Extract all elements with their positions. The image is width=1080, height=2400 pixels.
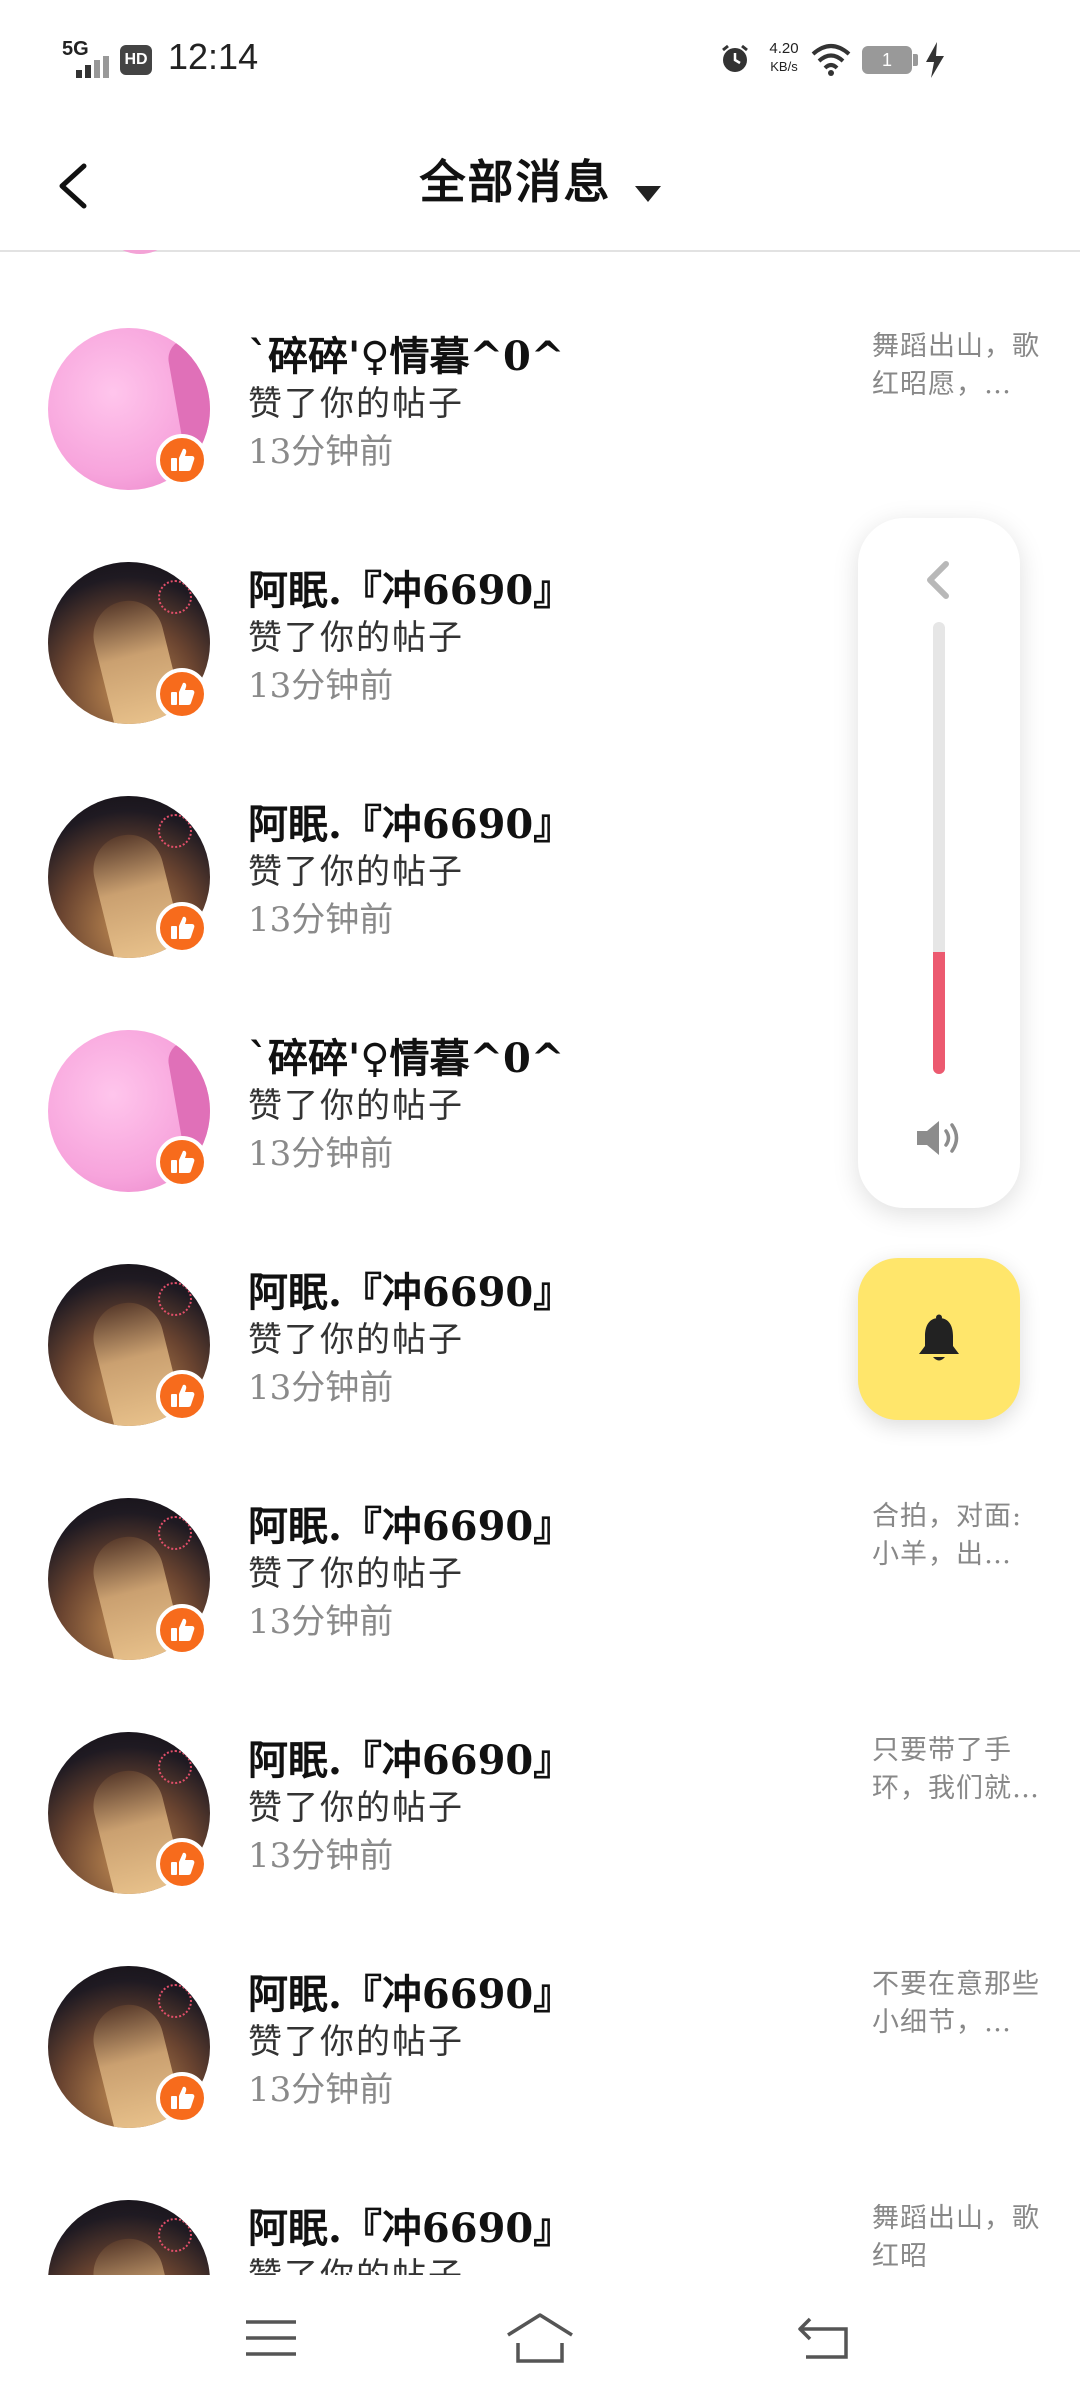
thumbs-up-icon bbox=[171, 448, 195, 471]
sender-name[interactable]: 阿眠.『冲6690』 bbox=[248, 1494, 573, 1552]
like-badge bbox=[156, 434, 208, 486]
like-badge bbox=[156, 1136, 208, 1188]
wifi-icon bbox=[811, 44, 851, 76]
list-item[interactable]: 阿眠.『冲6690』赞了你的帖子 舞蹈出山，歌红昭 bbox=[0, 2178, 1080, 2275]
sender-name[interactable]: 阿眠.『冲6690』 bbox=[248, 1962, 573, 2020]
bell-icon bbox=[919, 1314, 959, 1361]
volume-level bbox=[933, 951, 945, 1074]
menu-icon[interactable] bbox=[244, 2318, 298, 2358]
like-badge bbox=[156, 1838, 208, 1890]
thumbs-up-icon bbox=[171, 916, 195, 939]
thumbs-up-icon bbox=[171, 1852, 195, 1875]
timestamp: 13分钟前 bbox=[248, 1368, 394, 1408]
net-speed-unit: KB/s bbox=[770, 59, 798, 74]
charging-icon bbox=[926, 42, 944, 78]
chevron-left-icon[interactable] bbox=[918, 558, 958, 602]
sender-name[interactable]: 阿眠.『冲6690』 bbox=[248, 2196, 573, 2254]
post-preview[interactable]: 舞蹈出山，歌红昭 bbox=[872, 2200, 1042, 2275]
thumbs-up-icon bbox=[171, 2086, 195, 2109]
speaker-icon[interactable] bbox=[913, 1118, 965, 1158]
timestamp: 13分钟前 bbox=[248, 666, 394, 706]
action-text: 赞了你的帖子 bbox=[248, 852, 464, 892]
action-text: 赞了你的帖子 bbox=[248, 1788, 464, 1828]
action-text: 赞了你的帖子 bbox=[248, 1086, 464, 1126]
battery-icon: 1 bbox=[862, 46, 912, 74]
timestamp: 13分钟前 bbox=[248, 1602, 394, 1642]
avatar[interactable] bbox=[48, 2200, 210, 2275]
thumbs-up-icon bbox=[171, 1384, 195, 1407]
sender-name[interactable]: ˋ碎碎'♀情暮^0^ bbox=[248, 324, 564, 382]
timestamp: 13分钟前 bbox=[248, 432, 394, 472]
hd-icon: HD bbox=[120, 45, 152, 75]
alarm-icon bbox=[722, 44, 748, 72]
action-text: 赞了你的帖子 bbox=[248, 618, 464, 658]
avatar[interactable] bbox=[100, 250, 180, 254]
sender-name[interactable]: ˋ碎碎'♀情暮^0^ bbox=[248, 1026, 564, 1084]
like-badge bbox=[156, 1370, 208, 1422]
timestamp: 13分钟前 bbox=[248, 1134, 394, 1174]
status-bar: 5G HD 12:14 4.20 KB/s 1 bbox=[0, 0, 1080, 120]
thumbs-up-icon bbox=[171, 1618, 195, 1641]
thumbs-up-icon bbox=[171, 1150, 195, 1173]
timestamp: 13分钟前 bbox=[248, 2070, 394, 2110]
volume-slider[interactable] bbox=[933, 622, 945, 1074]
sender-name[interactable]: 阿眠.『冲6690』 bbox=[248, 1260, 573, 1318]
thumbs-up-icon bbox=[171, 682, 195, 705]
post-preview[interactable]: 舞蹈出山，歌红昭愿，… bbox=[872, 328, 1042, 404]
sender-name[interactable]: 阿眠.『冲6690』 bbox=[248, 792, 573, 850]
caret-down-icon bbox=[634, 185, 661, 202]
notification-bell-button[interactable] bbox=[858, 1258, 1020, 1420]
timestamp: 13分钟前 bbox=[248, 1836, 394, 1876]
action-text: 赞了你的帖子 bbox=[248, 2022, 464, 2062]
sender-name[interactable]: 阿眠.『冲6690』 bbox=[248, 558, 573, 616]
top-app-bar: 全部消息 bbox=[0, 120, 1080, 252]
list-item[interactable]: 阿眠.『冲6690』 赞了你的帖子 13分钟前 合拍，对面:小羊，出… bbox=[0, 1476, 1080, 1710]
like-badge bbox=[156, 2072, 208, 2124]
battery-tip bbox=[913, 54, 918, 66]
sender-name[interactable]: 阿眠.『冲6690』 bbox=[248, 1728, 573, 1786]
post-preview[interactable]: 只要带了手环，我们就… bbox=[872, 1732, 1042, 1808]
list-item[interactable]: ˋ碎碎'♀情暮^0^ 赞了你的帖子 13分钟前 舞蹈出山，歌红昭愿，… bbox=[0, 306, 1080, 540]
signal-icon bbox=[76, 56, 109, 78]
action-text: 赞了你的帖子 bbox=[248, 1320, 464, 1360]
like-badge bbox=[156, 668, 208, 720]
post-preview[interactable]: 不要在意那些小细节，… bbox=[872, 1966, 1042, 2042]
action-text: 赞了你的帖子 bbox=[248, 384, 464, 424]
clock: 12:14 bbox=[168, 36, 259, 77]
back-arrow-icon[interactable] bbox=[796, 2315, 852, 2361]
like-badge bbox=[156, 902, 208, 954]
title-dropdown[interactable]: 全部消息 bbox=[0, 146, 1080, 212]
net-speed-value: 4.20 bbox=[769, 40, 799, 57]
like-badge bbox=[156, 1604, 208, 1656]
timestamp: 13分钟前 bbox=[248, 900, 394, 940]
action-text: 赞了你的帖子 bbox=[248, 1554, 464, 1594]
volume-panel bbox=[858, 518, 1020, 1208]
list-item[interactable]: 阿眠.『冲6690』 赞了你的帖子 13分钟前 只要带了手环，我们就… bbox=[0, 1710, 1080, 1944]
action-text: 赞了你的帖子 bbox=[248, 2248, 464, 2275]
page-title: 全部消息 bbox=[419, 155, 612, 209]
navigation-bar bbox=[0, 2275, 1080, 2400]
post-preview[interactable]: 合拍，对面:小羊，出… bbox=[872, 1498, 1042, 1574]
home-icon[interactable] bbox=[504, 2311, 576, 2365]
list-item[interactable]: 阿眠.『冲6690』 赞了你的帖子 13分钟前 不要在意那些小细节，… bbox=[0, 1944, 1080, 2178]
net-speed: 4.20 KB/s bbox=[762, 40, 806, 76]
